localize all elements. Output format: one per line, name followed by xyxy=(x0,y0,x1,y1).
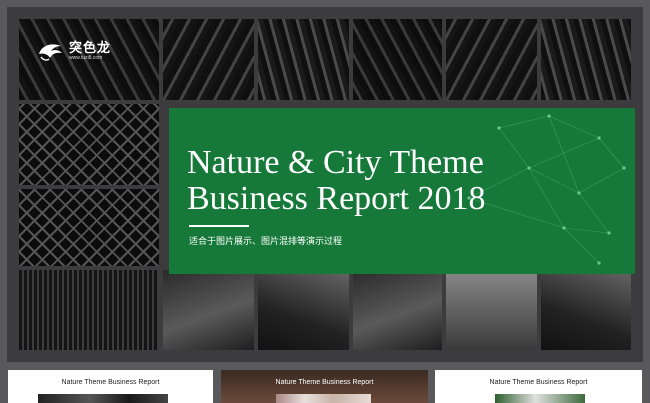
photo-tile xyxy=(446,19,537,100)
photo-tile xyxy=(258,19,349,100)
thumbnail-slide-3[interactable]: Nature Theme Business Report xyxy=(435,370,642,403)
photo-tile xyxy=(541,270,631,350)
thumbnail-strip: Nature Theme Business Report Nature Them… xyxy=(0,370,650,403)
thumbnail-slide-1[interactable]: Nature Theme Business Report xyxy=(8,370,213,403)
slide-title: Nature & City Theme Business Report 2018 xyxy=(187,145,485,217)
photo-tile xyxy=(258,270,349,350)
thumbnail-caption: Nature Theme Business Report xyxy=(61,379,160,386)
photo-tile xyxy=(353,19,442,100)
photo-tile xyxy=(446,270,537,350)
title-underline xyxy=(189,225,249,227)
logo-name: 突色龙 xyxy=(69,40,112,55)
logo-url: www.tuzi8.com xyxy=(69,55,103,61)
thumbnail-photo xyxy=(38,394,168,403)
brand-logo[interactable]: 突色龙 www.tuzi8.com xyxy=(37,40,111,62)
photo-tile xyxy=(541,19,631,100)
title-line-1: Nature & City Theme xyxy=(187,144,484,181)
photo-tile xyxy=(163,19,254,100)
thumbnail-photo xyxy=(495,394,585,403)
thumbnail-caption: Nature Theme Business Report xyxy=(275,379,374,386)
title-card: Nature & City Theme Business Report 2018… xyxy=(169,108,635,274)
title-line-2: Business Report 2018 xyxy=(187,180,486,217)
slide-subtitle: 适合于图片展示、图片混排等演示过程 xyxy=(189,236,343,246)
thumbnail-slide-2[interactable]: Nature Theme Business Report xyxy=(221,370,428,403)
hero-slide: 突色龙 www.tuzi8.com Nature & City Theme Bu… xyxy=(7,7,643,362)
photo-tile xyxy=(353,270,442,350)
photo-tile xyxy=(163,270,254,350)
photo-tile xyxy=(19,189,159,266)
thumbnail-caption: Nature Theme Business Report xyxy=(489,379,588,386)
thumbnail-photo xyxy=(276,394,371,403)
photo-tile xyxy=(19,104,159,185)
chameleon-logo-icon xyxy=(39,44,62,61)
photo-tile xyxy=(19,270,159,350)
